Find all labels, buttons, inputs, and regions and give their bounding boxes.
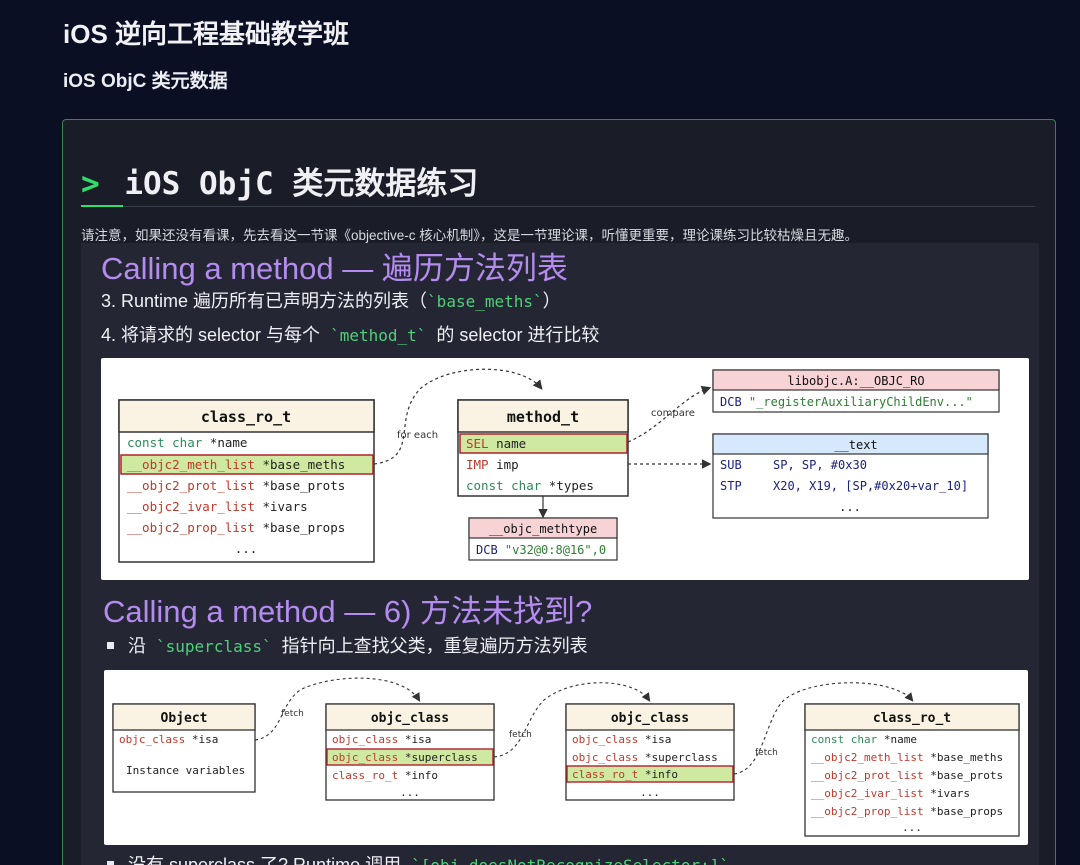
method-t-row-2: const char *types — [466, 478, 594, 493]
step4-code: `method_t` — [330, 326, 427, 345]
card-heading: > iOS ObjC 类元数据练习 — [81, 158, 478, 203]
object-box: Object objc_class *isa Instance variable… — [112, 703, 256, 793]
class2-row-3: ... — [640, 786, 660, 799]
objc-ro-box: libobjc.A:__OBJC_RO DCB "_registerAuxili… — [712, 369, 1000, 413]
ro2-row-1: __objc2_meth_list *base_meths — [811, 751, 1003, 764]
slide1-step3: 3. Runtime 遍历所有已声明方法的列表（`base_meths`） — [101, 287, 561, 313]
method-t-box: method_t SEL name IMP imp const char *ty… — [457, 399, 629, 497]
class-ro-t-2-title: class_ro_t — [873, 711, 951, 726]
bullet1-prefix: 沿 — [128, 636, 146, 656]
methtype-box: __objc_methtype DCB "v32@0:8@16",0 — [468, 517, 618, 561]
ro2-row-3: __objc2_ivar_list *ivars — [811, 787, 970, 800]
text-row-1: STP — [720, 479, 742, 493]
notice-text: 请注意，如果还没有看课，先去看这一节课《objective-c 核心机制》，这是… — [81, 228, 859, 243]
card-heading-text: iOS ObjC 类元数据练习 — [124, 166, 479, 202]
class1-row-1: objc_class *superclass — [332, 751, 478, 764]
class1-row-3: ... — [400, 786, 420, 799]
prompt-symbol: > — [81, 166, 100, 202]
for-each-label: for each — [397, 430, 438, 441]
text-row-2: ... — [839, 500, 861, 514]
class2-row-1: objc_class *superclass — [572, 751, 718, 764]
method-t-row-0: SEL name — [466, 436, 526, 451]
heading-divider — [81, 206, 1035, 207]
step3-code: `base_meths` — [427, 292, 543, 311]
fetch-label-3: fetch — [755, 748, 778, 758]
object-isa: objc_class *isa — [119, 733, 218, 746]
superclass-diagram: Object objc_class *isa Instance variable… — [104, 670, 1028, 845]
class-ro-row-2: __objc2_prot_list *base_prots — [127, 478, 345, 493]
text-row-0-args: SP, SP, #0x30 — [773, 458, 867, 472]
class2-row-0: objc_class *isa — [572, 733, 671, 746]
text-segment-box: __text SUB SP, SP, #0x30 STP X20, X19, [… — [712, 433, 989, 519]
method-t-title: method_t — [507, 408, 579, 426]
bullet1-suffix: 指针向上查找父类，重复遍历方法列表 — [281, 636, 588, 656]
step4-suffix: 的 selector 进行比较 — [436, 325, 600, 345]
objc-class-2-title: objc_class — [611, 711, 689, 726]
object-title: Object — [161, 711, 208, 726]
class-ro-row-0: const char *name — [127, 435, 247, 450]
text-row-0: SUB — [720, 458, 742, 472]
text-segment-title: __text — [834, 438, 877, 452]
object-ivars: Instance variables — [126, 764, 245, 777]
class1-row-0: objc_class *isa — [332, 733, 431, 746]
class2-row-2: class_ro_t *info — [572, 768, 678, 781]
bullet-icon — [107, 641, 114, 649]
class-ro-row-5: ... — [235, 541, 258, 556]
ro2-row-5: ... — [902, 821, 922, 834]
class-ro-row-1: __objc2_meth_list *base_meths — [127, 457, 345, 472]
text-row-1-args: X20, X19, [SP,#0x20+var_10] — [773, 479, 968, 493]
ro2-row-4: __objc2_prop_list *base_props — [811, 805, 1003, 818]
step4-text: 4. 将请求的 selector 与每个 — [101, 325, 321, 345]
bullet2-code: `[obj doesNotRecognizeSelector:]` — [411, 856, 729, 865]
exercise-card: > iOS ObjC 类元数据练习 请注意，如果还没有看课，先去看这一节课《ob… — [62, 119, 1056, 865]
class-ro-t-title: class_ro_t — [201, 408, 291, 426]
slide1-title: Calling a method — 遍历方法列表 — [101, 251, 568, 286]
methtype-title: __objc_methtype — [489, 522, 597, 536]
bullet2-prefix: 没有 superclass 了? Runtime 调用 — [128, 855, 402, 865]
step3-text: 3. Runtime 遍历所有已声明方法的列表（ — [101, 291, 428, 311]
methtype-value: DCB "v32@0:8@16",0 — [476, 543, 606, 557]
heading-accent-bar — [81, 205, 123, 207]
fetch-label-1: fetch — [281, 709, 304, 719]
bullet1-code: `superclass` — [156, 637, 272, 656]
class-ro-t-box-2: class_ro_t const char *name __objc2_meth… — [804, 703, 1020, 837]
page-title: iOS 逆向工程基础教学班 — [63, 19, 350, 49]
objc-class-1-title: objc_class — [371, 711, 449, 726]
objc-ro-value: DCB "_registerAuxiliaryChildEnv..." — [720, 395, 973, 409]
ro2-row-2: __objc2_prot_list *base_prots — [811, 769, 1003, 782]
slide2-bullet2: 没有 superclass 了? Runtime 调用 `[obj doesNo… — [107, 851, 729, 865]
compare-label: compare — [651, 408, 695, 419]
slide1-step4: 4. 将请求的 selector 与每个 `method_t` 的 select… — [101, 321, 599, 347]
method-lookup-diagram: class_ro_t const char *name __objc2_meth… — [101, 358, 1029, 580]
objc-class-box-1: objc_class objc_class *isa objc_class *s… — [325, 703, 495, 801]
slide-image: Calling a method — 遍历方法列表 3. Runtime 遍历所… — [81, 243, 1039, 865]
objc-ro-title: libobjc.A:__OBJC_RO — [787, 374, 924, 388]
step3-suffix: ） — [542, 291, 561, 311]
class-ro-t-box: class_ro_t const char *name __objc2_meth… — [118, 399, 375, 563]
page-subtitle: iOS ObjC 类元数据 — [63, 71, 228, 92]
method-t-row-1: IMP imp — [466, 457, 519, 472]
class1-row-2: class_ro_t *info — [332, 769, 438, 782]
slide2-bullet1: 沿 `superclass` 指针向上查找父类，重复遍历方法列表 — [107, 632, 588, 658]
slide2-title: Calling a method — 6) 方法未找到? — [103, 594, 593, 629]
class-ro-row-3: __objc2_ivar_list *ivars — [127, 499, 308, 514]
bullet-icon — [107, 860, 114, 865]
class-ro-row-4: __objc2_prop_list *base_props — [127, 520, 345, 535]
ro2-row-0: const char *name — [811, 733, 917, 746]
objc-class-box-2: objc_class objc_class *isa objc_class *s… — [565, 703, 735, 801]
fetch-label-2: fetch — [509, 730, 532, 740]
